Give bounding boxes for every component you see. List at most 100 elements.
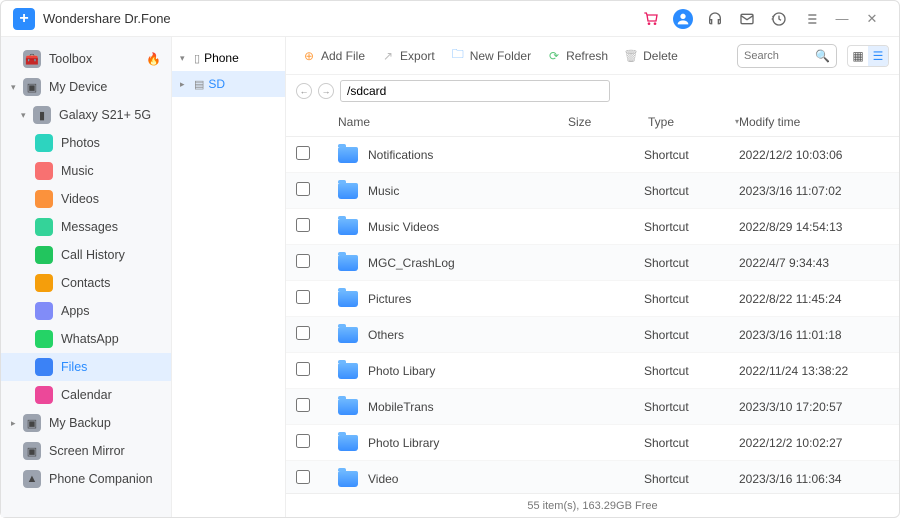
- col-modify[interactable]: Modify time: [739, 115, 889, 129]
- minimize-button[interactable]: —: [827, 9, 857, 29]
- storage-phone[interactable]: ▾ ▯ Phone: [172, 45, 285, 71]
- row-checkbox[interactable]: [296, 398, 310, 412]
- chevron-down-icon: ▾: [180, 53, 190, 64]
- file-modify: 2022/8/22 11:45:24: [739, 292, 889, 306]
- sidebar-label: My Device: [49, 80, 107, 94]
- sidebar-item-call-history[interactable]: Call History: [1, 241, 171, 269]
- col-type[interactable]: Type: [648, 115, 743, 129]
- table-row[interactable]: Music VideosShortcut2022/8/29 14:54:13: [286, 209, 899, 245]
- row-checkbox[interactable]: [296, 362, 310, 376]
- file-name: Photo Library: [368, 436, 439, 450]
- sidebar-item-calendar[interactable]: Calendar: [1, 381, 171, 409]
- table-row[interactable]: PicturesShortcut2022/8/22 11:45:24: [286, 281, 899, 317]
- folder-icon: [338, 183, 358, 199]
- file-name: MGC_CrashLog: [368, 256, 455, 270]
- file-modify: 2022/4/7 9:34:43: [739, 256, 889, 270]
- sidebar-toolbox[interactable]: 🧰 Toolbox 🔥: [1, 45, 171, 73]
- call history-icon: [35, 246, 53, 264]
- row-checkbox[interactable]: [296, 218, 310, 232]
- sidebar-item-videos[interactable]: Videos: [1, 185, 171, 213]
- list-view-button[interactable]: ☰: [868, 46, 888, 66]
- sidebar-item-messages[interactable]: Messages: [1, 213, 171, 241]
- file-modify: 2023/3/16 11:06:34: [739, 472, 889, 486]
- headset-icon[interactable]: [705, 9, 725, 29]
- sidebar-phonecompanion[interactable]: ▲ Phone Companion: [1, 465, 171, 493]
- row-checkbox[interactable]: [296, 254, 310, 268]
- cart-icon[interactable]: [641, 9, 661, 29]
- row-checkbox[interactable]: [296, 290, 310, 304]
- table-row[interactable]: NotificationsShortcut2022/12/2 10:03:06: [286, 137, 899, 173]
- close-button[interactable]: ✕: [857, 9, 887, 29]
- table-row[interactable]: MobileTransShortcut2023/3/10 17:20:57: [286, 389, 899, 425]
- messages-icon: [35, 218, 53, 236]
- sidebar-item-files[interactable]: Files: [1, 353, 171, 381]
- add-file-button[interactable]: ⊕Add File: [296, 45, 371, 67]
- content: ⊕Add File ↗Export 🗀New Folder ⟳Refresh 🗑…: [286, 37, 899, 517]
- user-icon[interactable]: [673, 9, 693, 29]
- file-name: Notifications: [368, 148, 433, 162]
- export-icon: ↗: [381, 49, 395, 63]
- fire-icon: 🔥: [146, 52, 161, 66]
- chevron-right-icon: ▸: [180, 79, 190, 90]
- chevron-down-icon: ▾: [11, 82, 21, 93]
- col-name[interactable]: Name: [324, 115, 568, 129]
- file-name: Video: [368, 472, 398, 486]
- sidebar-item-music[interactable]: Music: [1, 157, 171, 185]
- row-checkbox[interactable]: [296, 326, 310, 340]
- table-row[interactable]: VideoShortcut2023/3/16 11:06:34: [286, 461, 899, 493]
- sidebar-device[interactable]: ▾ ▮ Galaxy S21+ 5G: [1, 101, 171, 129]
- folder-icon: 🗀: [451, 49, 465, 63]
- table-header: Name Size Type ▾ Modify time: [286, 107, 899, 137]
- table-row[interactable]: OthersShortcut2023/3/16 11:01:18: [286, 317, 899, 353]
- row-checkbox[interactable]: [296, 434, 310, 448]
- toolbox-icon: 🧰: [23, 50, 41, 68]
- file-name: MobileTrans: [368, 400, 434, 414]
- row-checkbox[interactable]: [296, 146, 310, 160]
- sidebar-item-apps[interactable]: Apps: [1, 297, 171, 325]
- folder-icon: [338, 471, 358, 487]
- sidebar-mybackup[interactable]: ▸ ▣ My Backup: [1, 409, 171, 437]
- sidebar-item-whatsapp[interactable]: WhatsApp: [1, 325, 171, 353]
- delete-button[interactable]: 🗑Delete: [618, 45, 684, 67]
- sidebar-screenmirror[interactable]: ▣ Screen Mirror: [1, 437, 171, 465]
- search-input[interactable]: [744, 50, 815, 62]
- file-name: Others: [368, 328, 404, 342]
- folder-icon: [338, 255, 358, 271]
- sidebar: 🧰 Toolbox 🔥 ▾ ▣ My Device ▾ ▮ Galaxy S21…: [1, 37, 171, 517]
- table-row[interactable]: MusicShortcut2023/3/16 11:07:02: [286, 173, 899, 209]
- app-title: Wondershare Dr.Fone: [43, 11, 171, 26]
- new-folder-button[interactable]: 🗀New Folder: [445, 45, 537, 67]
- table-row[interactable]: Photo LibaryShortcut2022/11/24 13:38:22: [286, 353, 899, 389]
- table-row[interactable]: MGC_CrashLogShortcut2022/4/7 9:34:43: [286, 245, 899, 281]
- refresh-button[interactable]: ⟳Refresh: [541, 45, 614, 67]
- sidebar-label: My Backup: [49, 416, 111, 430]
- table-row[interactable]: Photo LibraryShortcut2022/12/2 10:02:27: [286, 425, 899, 461]
- storage-sd[interactable]: ▸ ▤ SD: [172, 71, 285, 97]
- sidebar-mydevice[interactable]: ▾ ▣ My Device: [1, 73, 171, 101]
- sidebar-item-label: Music: [61, 164, 94, 178]
- path-input[interactable]: [340, 80, 610, 102]
- search-icon: 🔍: [815, 49, 830, 63]
- companion-icon: ▲: [23, 470, 41, 488]
- col-size[interactable]: Size: [568, 115, 648, 129]
- file-modify: 2022/12/2 10:03:06: [739, 148, 889, 162]
- row-checkbox[interactable]: [296, 182, 310, 196]
- sidebar-item-photos[interactable]: Photos: [1, 129, 171, 157]
- mail-icon[interactable]: [737, 9, 757, 29]
- search-box[interactable]: 🔍: [737, 44, 837, 68]
- refresh-icon: ⟳: [547, 49, 561, 63]
- file-modify: 2022/8/29 14:54:13: [739, 220, 889, 234]
- row-checkbox[interactable]: [296, 470, 310, 484]
- file-name: Music: [368, 184, 399, 198]
- nav-back-button[interactable]: ←: [296, 83, 312, 99]
- history-icon[interactable]: [769, 9, 789, 29]
- export-button[interactable]: ↗Export: [375, 45, 441, 67]
- folder-icon: [338, 399, 358, 415]
- sidebar-item-contacts[interactable]: Contacts: [1, 269, 171, 297]
- sidebar-label: Toolbox: [49, 52, 92, 66]
- nav-forward-button[interactable]: →: [318, 83, 334, 99]
- file-type: Shortcut: [644, 220, 739, 234]
- grid-view-button[interactable]: ▦: [848, 46, 868, 66]
- menu-icon[interactable]: [801, 9, 821, 29]
- sidebar-item-label: WhatsApp: [61, 332, 119, 346]
